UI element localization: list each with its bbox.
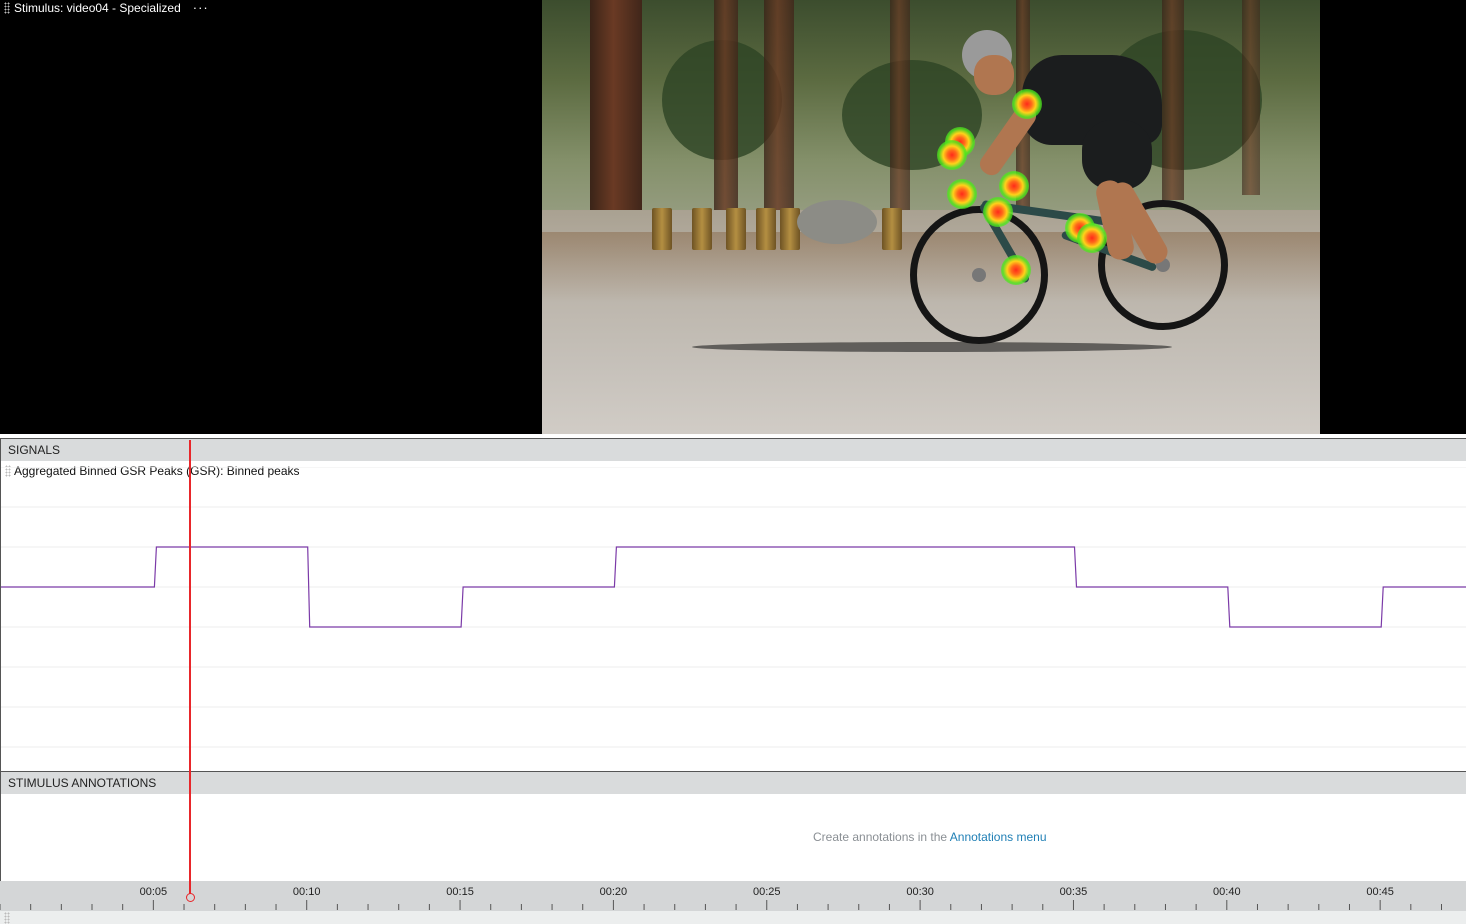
signals-header: SIGNALS — [1, 439, 1466, 461]
stimulus-title-bar: Stimulus: video04 - Specialized ··· — [4, 1, 209, 15]
playhead[interactable] — [189, 440, 192, 899]
tree-trunk — [890, 0, 910, 215]
tree-trunk — [714, 0, 738, 220]
signal-chart[interactable] — [1, 467, 1466, 771]
gaze-heatspot — [999, 171, 1029, 201]
tree-trunk — [1242, 0, 1260, 195]
post — [692, 208, 712, 250]
annotations-header: STIMULUS ANNOTATIONS — [1, 772, 1466, 794]
front-hub — [972, 268, 986, 282]
post — [756, 208, 776, 250]
rider-face — [974, 55, 1014, 95]
timeline-tick-label: 00:15 — [446, 886, 474, 898]
gaze-heatspot — [983, 197, 1013, 227]
stimulus-title: Stimulus: video04 - Specialized — [14, 1, 181, 15]
annotations-empty-message: Create annotations in the Annotations me… — [813, 830, 1047, 844]
post — [652, 208, 672, 250]
bike-shadow — [692, 342, 1172, 352]
tree-trunk — [1162, 0, 1184, 200]
timeline-tick-label: 00:10 — [293, 886, 321, 898]
gaze-heatspot — [1001, 255, 1031, 285]
timeline-tick-label: 00:35 — [1060, 886, 1088, 898]
annotations-message-text: Create annotations in the — [813, 830, 950, 844]
timeline-tick-label: 00:40 — [1213, 886, 1241, 898]
gaze-heatspot — [1012, 89, 1042, 119]
annotations-panel: STIMULUS ANNOTATIONS Create annotations … — [0, 771, 1466, 881]
annotations-menu-link[interactable]: Annotations menu — [950, 830, 1047, 844]
timeline-tick-label: 00:20 — [600, 886, 628, 898]
post — [780, 208, 800, 250]
rider-shorts — [1082, 120, 1152, 190]
video-frame[interactable] — [542, 0, 1320, 434]
stimulus-panel: Stimulus: video04 - Specialized ··· — [0, 0, 1466, 434]
timeline-scrollbar[interactable] — [0, 911, 1466, 924]
timeline-ticks[interactable]: 00:05 00:10 00:15 00:20 00:25 00:30 00:35 00:40… — [0, 881, 1466, 911]
tree-trunk — [764, 0, 794, 215]
gaze-heatspot — [947, 179, 977, 209]
post — [882, 208, 902, 250]
rock — [797, 200, 877, 244]
scrollbar-grip-icon[interactable] — [4, 912, 10, 924]
timeline-tick-label: 00:05 — [140, 886, 168, 898]
signals-panel: SIGNALS Aggregated Binned GSR Peaks (GSR… — [0, 438, 1466, 771]
post — [726, 208, 746, 250]
timeline-tick-label: 00:25 — [753, 886, 781, 898]
timeline-tick-label: 00:45 — [1366, 886, 1394, 898]
gaze-heatspot — [1077, 223, 1107, 253]
playhead-handle[interactable] — [185, 893, 195, 902]
gaze-heatspot — [937, 140, 967, 170]
more-options-icon[interactable]: ··· — [193, 1, 209, 14]
timeline-tick-label: 00:30 — [906, 886, 934, 898]
drag-grip-icon[interactable] — [4, 2, 10, 14]
